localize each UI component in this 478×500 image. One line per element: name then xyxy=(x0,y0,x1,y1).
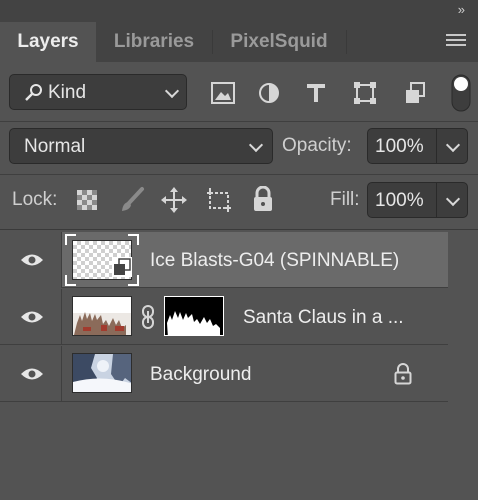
layer-name[interactable]: Ice Blasts-G04 (SPINNABLE) xyxy=(150,250,399,272)
layer-name[interactable]: Santa Claus in a ... xyxy=(243,307,404,329)
collapse-panels-button[interactable]: » xyxy=(458,2,465,17)
panel-menu-icon[interactable] xyxy=(446,34,466,48)
lock-image-pixels-icon[interactable] xyxy=(118,186,146,214)
fill-value[interactable]: 100% xyxy=(375,190,424,212)
divider xyxy=(436,183,437,217)
lock-transparent-pixels-icon[interactable] xyxy=(77,190,97,210)
filter-toggle-icon[interactable] xyxy=(450,73,472,113)
fill-slider-chevron-icon[interactable] xyxy=(445,191,461,207)
layers-scrollbar-track[interactable] xyxy=(448,230,478,500)
opacity-label: Opacity: xyxy=(282,135,352,156)
layer-lock-icon[interactable] xyxy=(394,363,412,385)
mask-link-icon[interactable] xyxy=(139,305,157,329)
adjustment-filter-icon[interactable] xyxy=(258,82,280,104)
santa-sleigh-thumbnail-image xyxy=(73,297,131,335)
mask-thumbnail-image xyxy=(167,311,220,335)
fill-field[interactable]: 100% xyxy=(367,182,468,218)
blend-mode-value: Normal xyxy=(24,136,86,157)
layer-name[interactable]: Background xyxy=(150,364,251,386)
blend-mode-dropdown[interactable]: Normal xyxy=(9,128,273,164)
tab-layers[interactable]: Layers xyxy=(0,22,96,62)
visibility-cell[interactable] xyxy=(0,346,62,402)
search-icon xyxy=(25,84,42,101)
fill-label: Fill: xyxy=(330,189,360,210)
opacity-slider-chevron-icon[interactable] xyxy=(445,137,461,153)
divider xyxy=(0,174,478,175)
smart-object-badge-icon xyxy=(112,257,132,277)
layer-row-ice-blasts[interactable]: Ice Blasts-G04 (SPINNABLE) xyxy=(0,232,448,288)
layer-thumbnail[interactable] xyxy=(72,353,132,393)
layer-thumbnail[interactable] xyxy=(72,296,132,336)
lock-label: Lock: xyxy=(12,189,58,210)
smart-object-filter-icon[interactable] xyxy=(403,81,427,105)
divider xyxy=(0,121,478,122)
eye-icon[interactable] xyxy=(20,309,44,325)
chevron-down-icon xyxy=(164,83,180,99)
layer-row-background[interactable]: Background xyxy=(0,346,448,402)
divider xyxy=(436,129,437,163)
opacity-field[interactable]: 100% xyxy=(367,128,468,164)
filter-kind-label: Kind xyxy=(48,82,87,103)
image-filter-icon[interactable] xyxy=(211,82,235,104)
tab-separator xyxy=(346,30,347,54)
layer-row-santa-claus[interactable]: Santa Claus in a ... xyxy=(0,289,448,345)
layer-mask-thumbnail[interactable] xyxy=(164,296,224,336)
shape-filter-icon[interactable] xyxy=(353,81,377,105)
opacity-value[interactable]: 100% xyxy=(375,136,424,158)
visibility-cell[interactable] xyxy=(0,232,62,288)
chevron-down-icon xyxy=(248,137,264,153)
eye-icon[interactable] xyxy=(20,366,44,382)
lock-all-icon[interactable] xyxy=(252,186,274,212)
panel-tabs: Layers Libraries PixelSquid xyxy=(0,22,478,62)
lock-artboard-icon[interactable] xyxy=(205,187,233,213)
snowy-forest-thumbnail-image xyxy=(73,354,131,392)
eye-icon[interactable] xyxy=(20,252,44,268)
visibility-cell[interactable] xyxy=(0,289,62,345)
type-filter-icon[interactable] xyxy=(305,82,327,104)
divider xyxy=(0,229,478,230)
tab-libraries[interactable]: Libraries xyxy=(96,22,212,62)
tab-pixelsquid-label: PixelSquid xyxy=(230,31,328,52)
tab-pixelsquid[interactable]: PixelSquid xyxy=(213,22,345,62)
panel-top-bar: » xyxy=(0,0,478,22)
filter-kind-dropdown[interactable]: Kind xyxy=(9,74,187,110)
lock-position-icon[interactable] xyxy=(160,186,188,214)
tab-layers-label: Layers xyxy=(17,31,79,52)
tab-libraries-label: Libraries xyxy=(113,31,195,52)
